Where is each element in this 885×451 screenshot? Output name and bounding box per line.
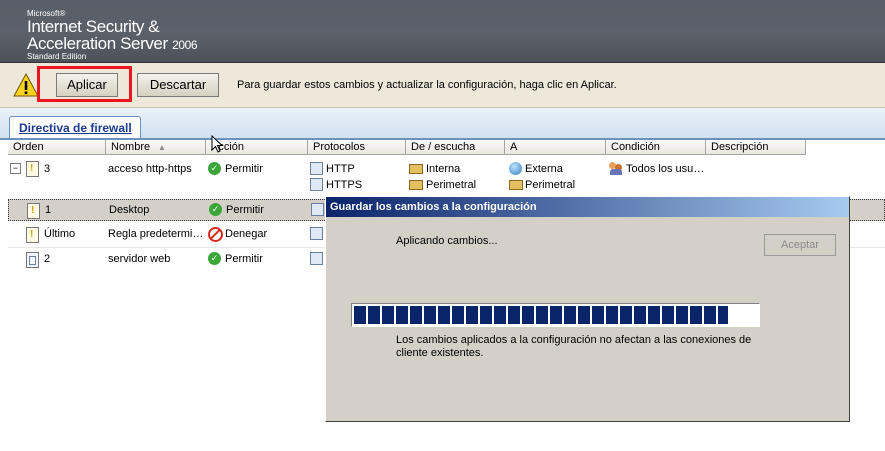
column-to[interactable]: A — [505, 140, 606, 155]
product-name-line2: Acceleration Server 2006 — [27, 34, 198, 53]
product-header: Microsoft® Internet Security & Accelerat… — [0, 0, 885, 63]
row-action: Permitir — [225, 253, 263, 265]
dialog-note: Los cambios aplicados a la configuración… — [396, 334, 752, 359]
column-order[interactable]: Orden — [8, 140, 106, 155]
allow-icon: ✓ — [208, 162, 221, 175]
row-name: servidor web — [108, 253, 171, 265]
column-protocols[interactable]: Protocolos — [308, 140, 406, 155]
network-icon — [409, 180, 423, 190]
network-icon — [509, 180, 523, 190]
mouse-cursor-icon — [211, 135, 223, 153]
row-protocol: HTTPS — [326, 179, 363, 191]
allow-icon: ✓ — [209, 203, 222, 216]
progress-bar — [351, 303, 760, 327]
row-name: Regla predetermi… — [108, 228, 204, 240]
protocol-icon — [311, 203, 324, 216]
warning-icon — [13, 72, 39, 97]
row-name: Desktop — [109, 204, 150, 216]
row-name: acceso http-https — [108, 163, 192, 175]
column-description[interactable]: Descripción — [706, 140, 806, 155]
row-from: Perimetral — [426, 179, 477, 191]
tab-firewall-policy[interactable]: Directiva de firewall — [9, 116, 141, 138]
product-year: 2006 — [172, 38, 198, 52]
table-row[interactable]: − ! 3 acceso http-https ✓ Permitir HTTP … — [8, 160, 885, 194]
rule-icon — [26, 252, 39, 268]
sort-ascending-icon: ▲ — [158, 143, 166, 152]
rule-icon: ! — [27, 203, 40, 219]
column-name[interactable]: Nombre ▲ — [106, 140, 206, 155]
highlight-box — [37, 66, 132, 102]
row-order: Último — [44, 228, 76, 240]
row-action: Denegar — [225, 228, 268, 240]
row-action: Permitir — [226, 204, 264, 216]
dialog-status: Aplicando cambios... — [396, 235, 498, 247]
column-condition[interactable]: Condición — [606, 140, 706, 155]
network-icon — [409, 164, 423, 174]
tab-label: Directiva de firewall — [19, 121, 132, 135]
row-protocol: HTTP — [326, 163, 355, 175]
protocol-icon — [310, 162, 323, 175]
row-order: 2 — [44, 253, 51, 265]
protocol-icon — [310, 252, 323, 265]
apply-toolbar: Aplicar Descartar Para guardar estos cam… — [0, 63, 885, 108]
accept-button[interactable]: Aceptar — [764, 234, 836, 256]
tab-bar: Directiva de firewall — [0, 108, 885, 140]
row-condition: Todos los usu… — [626, 163, 705, 175]
users-icon — [609, 162, 623, 175]
progress-fill — [354, 306, 729, 324]
row-order: 1 — [45, 204, 52, 216]
save-changes-dialog: Guardar los cambios a la configuración A… — [325, 196, 850, 422]
discard-button[interactable]: Descartar — [137, 73, 219, 97]
protocol-icon — [310, 178, 323, 191]
apply-message: Para guardar estos cambios y actualizar … — [237, 79, 617, 91]
product-edition: Standard Edition — [27, 52, 87, 61]
product-name-line1: Internet Security & — [27, 17, 160, 36]
rule-icon: ! — [26, 227, 39, 243]
rule-icon: ! — [26, 161, 39, 177]
row-from: Interna — [426, 163, 461, 175]
column-from[interactable]: De / escucha — [406, 140, 505, 155]
protocol-icon — [310, 227, 323, 240]
row-order: 3 — [44, 163, 51, 175]
dialog-title: Guardar los cambios a la configuración — [326, 197, 849, 217]
row-to: Externa — [525, 163, 563, 175]
product-logo: Microsoft® Internet Security & Accelerat… — [27, 10, 198, 61]
row-to: Perimetral — [525, 179, 576, 191]
collapse-icon[interactable]: − — [10, 163, 21, 174]
deny-icon — [208, 227, 223, 242]
globe-icon — [509, 162, 522, 175]
allow-icon: ✓ — [208, 252, 221, 265]
row-action: Permitir — [225, 163, 263, 175]
